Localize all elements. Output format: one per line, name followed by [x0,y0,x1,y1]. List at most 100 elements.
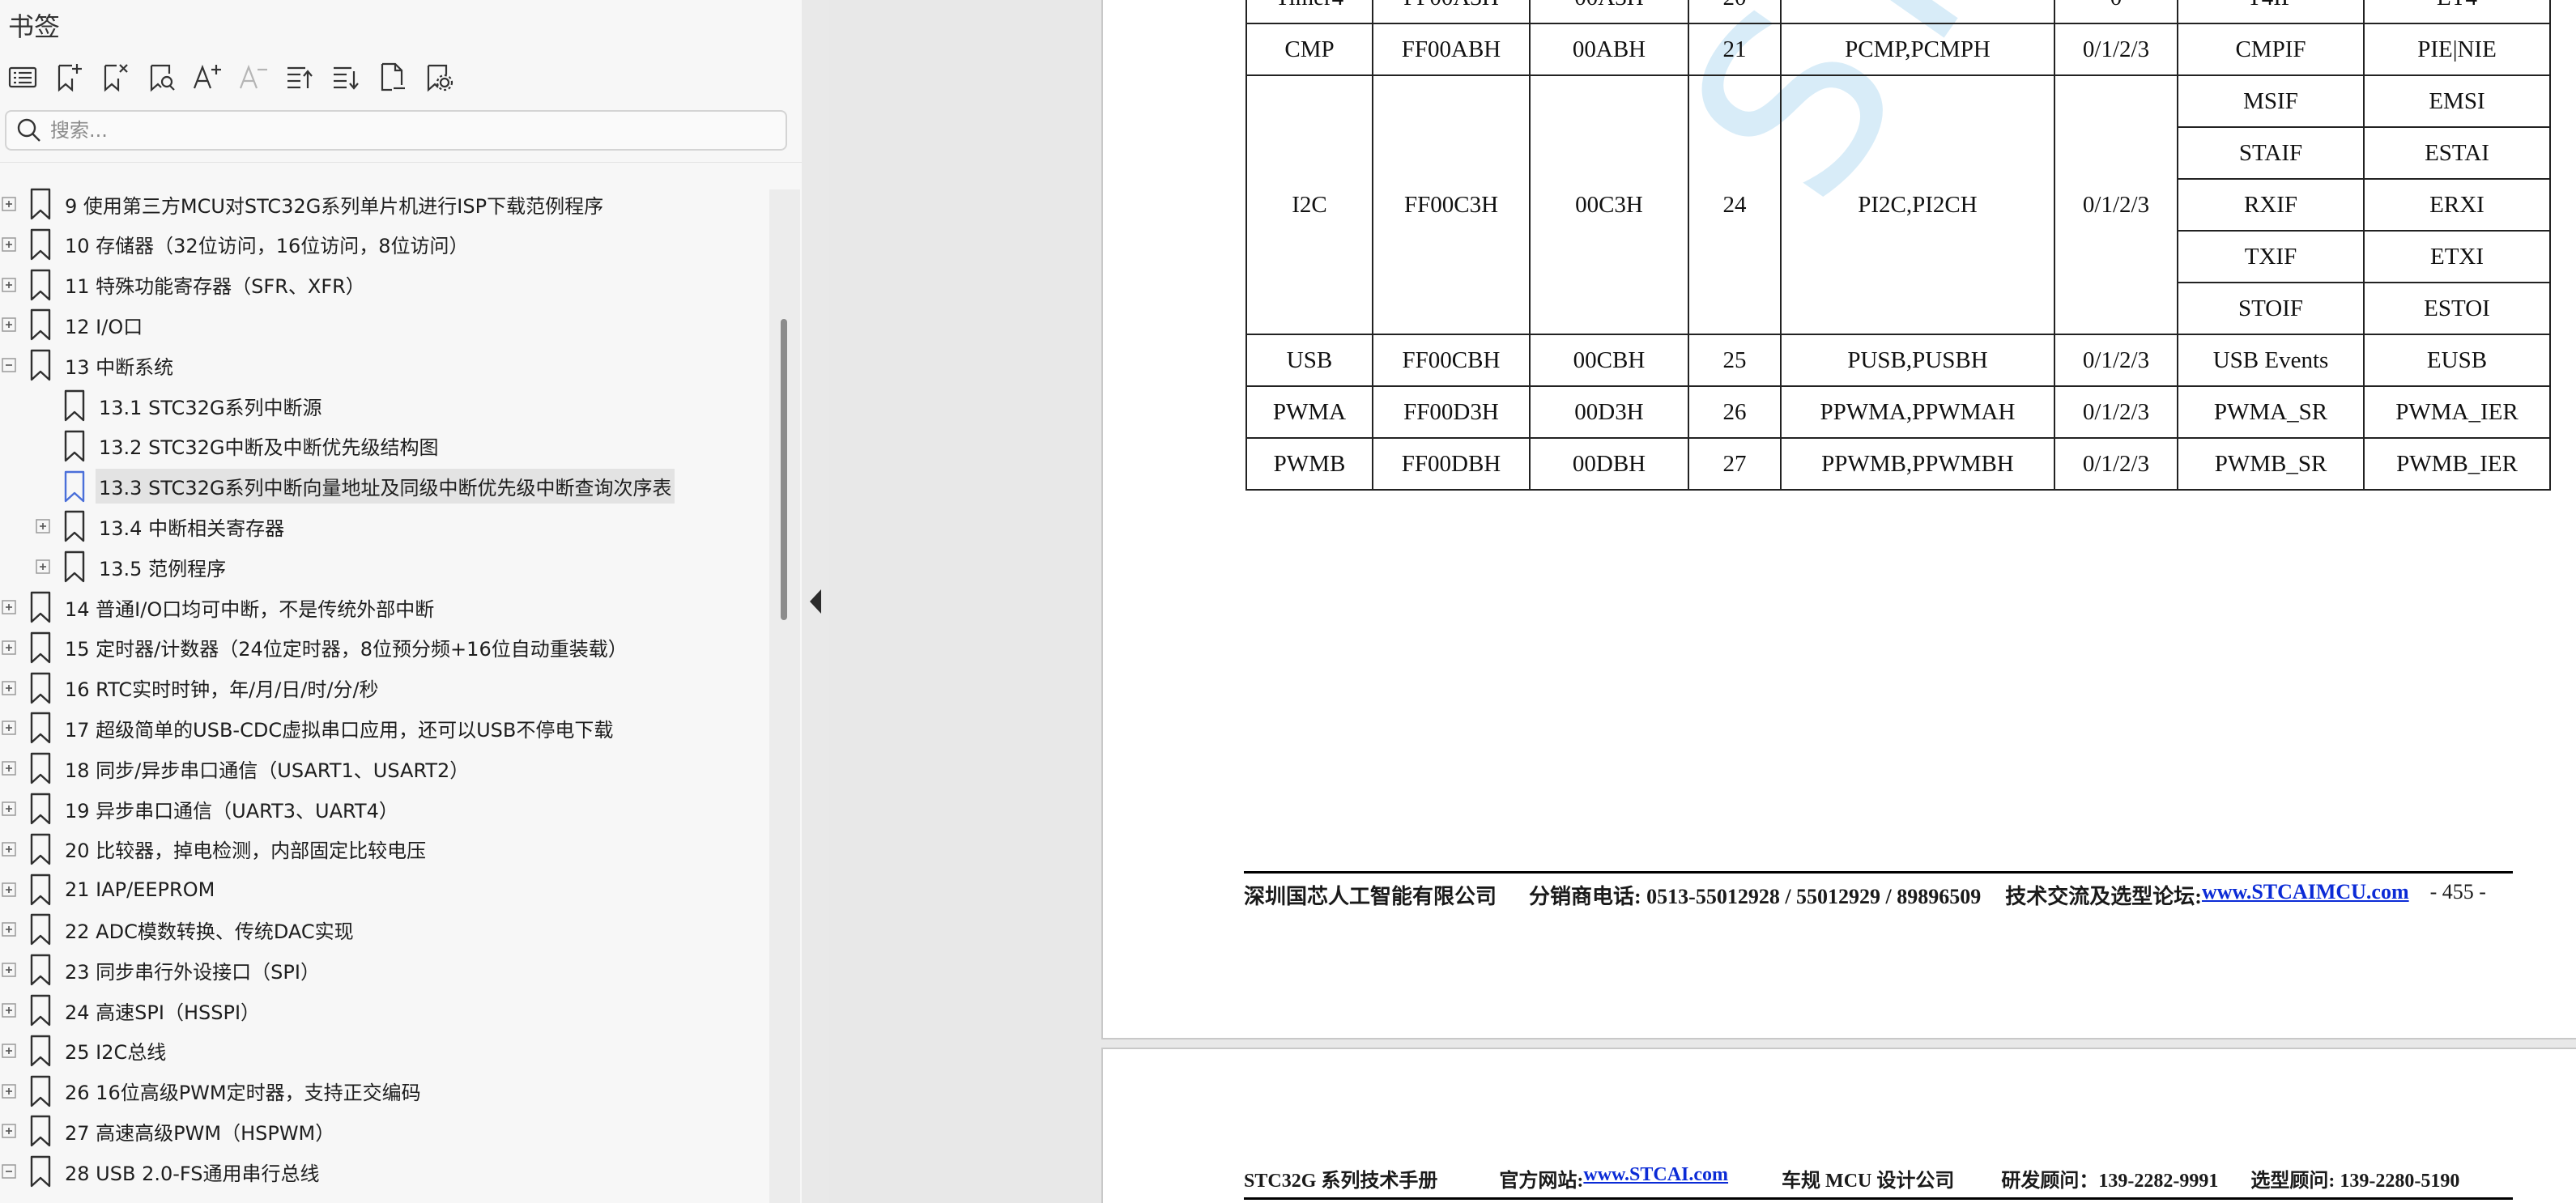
table-cell: 00C3H [1529,74,1689,335]
bookmark-item[interactable]: 11 特殊功能寄存器（SFR、XFR） [0,266,368,304]
page-footer: 深圳国芯人工智能有限公司 分销商电话: 0513-55012928 / 5501… [1244,871,2513,910]
bookmark-list-icon[interactable] [6,59,39,95]
header-design: 车规 MCU 设计公司 [1782,1171,1955,1192]
bookmark-item[interactable]: 23 同步串行外设接口（SPI） [0,950,323,989]
collapse-icon[interactable] [0,1163,18,1180]
footer-forum-link[interactable]: www.STCAIMCU.com [2202,880,2409,910]
bookmark-item[interactable]: 12 I/O口 [0,305,146,344]
bookmark-item[interactable]: 21 IAP/EEPROM [0,870,218,909]
bookmark-label: 13.1 STC32G系列中断源 [99,396,322,419]
bookmark-item[interactable]: 28 USB 2.0-FS通用串行总线 [0,1152,323,1191]
expand-icon[interactable] [0,195,18,213]
expand-icon[interactable] [0,1082,18,1100]
expand-icon[interactable] [0,920,18,938]
bookmark-icon [29,672,52,704]
bookmark-item[interactable]: 13 中断系统 [0,346,177,385]
expand-icon[interactable] [0,759,18,777]
bookmark-item[interactable]: 13.4 中断相关寄存器 [34,507,287,546]
bookmark-item[interactable]: 19 异步串口通信（UART3、UART4） [0,789,402,828]
expand-icon[interactable] [34,517,52,535]
expand-icon[interactable] [0,236,18,253]
search-input[interactable] [50,119,763,142]
shrink-text-icon[interactable] [237,59,270,95]
expand-icon[interactable] [0,1042,18,1060]
bookmark-icon [29,712,52,744]
collapse-panel-icon[interactable] [808,588,823,615]
collapse-icon[interactable] [0,356,18,374]
bookmark-item[interactable]: 17 超级简单的USB-CDC虚拟串口应用，还可以USB不停电下载 [0,708,616,747]
document-viewer[interactable]: STC Timer4FF00A3H00A3H200T4IFET4CMPFF00A… [829,0,2576,1203]
bookmark-item[interactable]: 24 高速SPI（HSSPI） [0,991,263,1030]
expand-icon[interactable] [0,276,18,294]
bookmark-item[interactable]: 13.2 STC32G中断及中断优先级结构图 [34,427,441,465]
expand-icon[interactable] [0,598,18,616]
table-cell: USB Events [2177,334,2365,387]
expand-icon[interactable] [0,961,18,979]
search-box[interactable] [5,110,787,151]
expand-icon[interactable] [0,679,18,697]
bookmark-item[interactable]: 15 定时器/计数器（24位定时器，8位预分频+16位自动重装载） [0,628,631,667]
bookmark-item[interactable]: 22 ADC模数转换、传统DAC实现 [0,910,357,949]
bookmark-label: 21 IAP/EEPROM [65,878,215,901]
header-site-link[interactable]: www.STCAI.com [1583,1164,1728,1192]
bookmark-label: 18 同步/异步串口通信（USART1、USART2） [65,759,470,782]
expand-icon[interactable] [0,881,18,899]
bookmark-item[interactable]: 20 比较器，掉电检测，内部固定比较电压 [0,830,429,869]
table-cell: 0/1/2/3 [2054,23,2178,76]
bookmark-item[interactable]: 14 普通I/O口均可中断，不是传统外部中断 [0,588,437,627]
bookmark-properties-icon[interactable] [376,59,408,95]
table-cell: USB [1245,334,1373,387]
table-cell: ESTOI [2363,282,2551,335]
bookmark-icon [29,1075,52,1107]
panel-splitter[interactable] [802,0,829,1203]
bookmark-item[interactable]: 18 同步/异步串口通信（USART1、USART2） [0,749,472,788]
expand-icon[interactable] [0,719,18,737]
bookmark-icon [29,1155,52,1188]
bookmark-settings-icon[interactable] [422,59,454,95]
table-cell: FF00C3H [1372,74,1531,335]
expand-icon[interactable] [0,316,18,334]
expand-icon[interactable] [0,639,18,657]
bookmark-item[interactable]: 25 I2C总线 [0,1031,169,1070]
table-cell [1780,0,2055,24]
table-cell: T4IF [2177,0,2365,24]
bookmark-item[interactable]: 13.5 范例程序 [34,547,229,586]
add-bookmark-icon[interactable] [53,59,85,95]
table-cell: 21 [1688,23,1782,76]
header-rd: 研发顾问：139-2282-9991 [2001,1171,2219,1192]
bookmark-label: 15 定时器/计数器（24位定时器，8位预分频+16位自动重装载） [65,638,628,661]
expand-icon[interactable] [0,1122,18,1140]
bookmark-icon [29,752,52,784]
bookmark-panel: 书签 搜索... 9 使用第三方MCU对STC32G系列单片机进行ISP下载范例… [0,0,802,1203]
delete-bookmark-icon[interactable] [99,59,131,95]
expand-icon[interactable] [34,558,52,576]
enlarge-text-icon[interactable] [191,59,224,95]
bookmark-scrollbar[interactable] [769,189,800,1203]
bookmark-item[interactable]: 13.1 STC32G系列中断源 [34,386,325,425]
expand-all-icon[interactable] [283,59,316,95]
bookmark-icon [63,470,86,503]
table-cell: PWMA [1245,385,1373,439]
bookmark-label: 23 同步串行外设接口（SPI） [65,960,320,984]
bookmark-icon [29,833,52,865]
bookmark-item[interactable]: 16 RTC实时时钟，年/月/日/时/分/秒 [0,669,382,708]
collapse-all-icon[interactable] [330,59,362,95]
bookmark-item[interactable]: 9 使用第三方MCU对STC32G系列单片机进行ISP下载范例程序 [0,185,607,223]
scrollbar-thumb[interactable] [781,319,787,620]
find-bookmark-icon[interactable] [145,59,177,95]
table-cell: FF00A3H [1372,0,1531,24]
bookmark-label: 22 ADC模数转换、传统DAC实现 [65,920,354,943]
expand-icon[interactable] [0,1001,18,1019]
expand-icon[interactable] [0,800,18,818]
table-cell: PWMB_SR [2177,437,2365,491]
table-cell: PWMB_IER [2363,437,2551,491]
expand-icon[interactable] [0,840,18,858]
header-selection: 选型顾问: 139-2280-5190 [2250,1171,2460,1192]
bookmark-item[interactable]: 13.3 STC32G系列中断向量地址及同级中断优先级中断查询次序表 [34,467,675,506]
table-cell: PI2C,PI2CH [1780,74,2055,335]
bookmark-item[interactable]: 27 高速高级PWM（HSPWM） [0,1112,338,1150]
table-cell: TXIF [2177,230,2365,283]
table-cell: PCMP,PCMPH [1780,23,2055,76]
bookmark-item[interactable]: 10 存储器（32位访问，16位访问，8位访问） [0,225,472,264]
bookmark-item[interactable]: 26 16位高级PWM定时器，支持正交编码 [0,1072,424,1111]
